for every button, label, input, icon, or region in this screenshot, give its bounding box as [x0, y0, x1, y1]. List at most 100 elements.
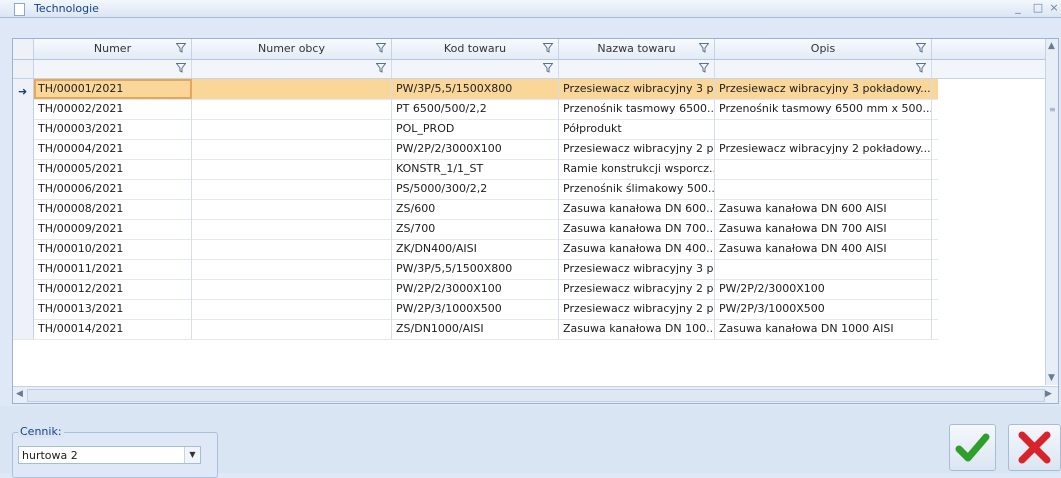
row-selector[interactable]: [13, 219, 34, 239]
cell-kod-towaru[interactable]: KONSTR_1/1_ST: [392, 159, 559, 179]
cell-opis[interactable]: Zasuwa kanałowa DN 400 AISI: [715, 239, 932, 259]
filter-icon[interactable]: [543, 43, 553, 53]
cell-numer-obcy[interactable]: [192, 79, 392, 99]
filter-cell-numer[interactable]: [34, 60, 192, 78]
scroll-up-icon[interactable]: ▲: [1048, 41, 1055, 51]
column-header-numer[interactable]: Numer: [34, 39, 192, 59]
table-row[interactable]: TH/00011/2021 PW/3P/5,5/1500X800 Przesiewa…: [13, 259, 938, 280]
cell-numer[interactable]: TH/00010/2021: [34, 239, 192, 259]
table-row[interactable]: TH/00010/2021 ZK/DN400/AISI Zasuwa kanałow…: [13, 239, 938, 260]
cell-opis[interactable]: [715, 159, 932, 179]
row-selector[interactable]: [13, 279, 34, 299]
row-selector[interactable]: [13, 139, 34, 159]
vertical-scrollbar[interactable]: ▲ ≡ ▼: [1045, 39, 1058, 385]
technologie-grid[interactable]: Numer Numer obcy Kod towaru Nazwa towaru…: [12, 38, 1059, 404]
cell-kod-towaru[interactable]: POL_PROD: [392, 119, 559, 139]
cell-numer-obcy[interactable]: [192, 199, 392, 219]
horizontal-scroll-thumb[interactable]: [27, 389, 1045, 402]
cell-numer-obcy[interactable]: [192, 219, 392, 239]
cell-numer-obcy[interactable]: [192, 139, 392, 159]
filter-icon[interactable]: [376, 43, 386, 53]
column-header-numer-obcy[interactable]: Numer obcy: [192, 39, 392, 59]
filter-icon[interactable]: [699, 63, 709, 73]
cell-opis[interactable]: PW/2P/2/3000X100: [715, 279, 932, 299]
column-header-kod-towaru[interactable]: Kod towaru: [392, 39, 559, 59]
cell-numer[interactable]: TH/00008/2021: [34, 199, 192, 219]
cell-numer[interactable]: TH/00001/2021: [34, 79, 192, 99]
table-row[interactable]: ➜ TH/00001/2021 PW/3P/5,5/1500X800 Przesiew…: [13, 79, 938, 100]
cell-numer[interactable]: TH/00004/2021: [34, 139, 192, 159]
cell-kod-towaru[interactable]: ZS/600: [392, 199, 559, 219]
cell-nazwa-towaru[interactable]: Przesiewacz wibracyjny 2 p...: [559, 279, 715, 299]
row-selector[interactable]: [13, 99, 34, 119]
cell-kod-towaru[interactable]: PW/3P/5,5/1500X800: [392, 259, 559, 279]
cell-nazwa-towaru[interactable]: Zasuwa kanałowa DN 100...: [559, 319, 715, 339]
table-row[interactable]: TH/00012/2021 PW/2P/2/3000X100 Przesiewacz…: [13, 279, 938, 300]
cell-kod-towaru[interactable]: PW/2P/2/3000X100: [392, 139, 559, 159]
chevron-down-icon[interactable]: ▼: [184, 447, 200, 463]
cell-kod-towaru[interactable]: PW/3P/5,5/1500X800: [392, 79, 559, 99]
cell-nazwa-towaru[interactable]: Zasuwa kanałowa DN 700...: [559, 219, 715, 239]
cell-kod-towaru[interactable]: ZS/DN1000/AISI: [392, 319, 559, 339]
filter-icon[interactable]: [543, 63, 553, 73]
cell-nazwa-towaru[interactable]: Zasuwa kanałowa DN 600...: [559, 199, 715, 219]
cell-nazwa-towaru[interactable]: Zasuwa kanałowa DN 400...: [559, 239, 715, 259]
cell-numer-obcy[interactable]: [192, 279, 392, 299]
row-selector[interactable]: [13, 259, 34, 279]
cell-nazwa-towaru[interactable]: Przesiewacz wibracyjny 2 p...: [559, 139, 715, 159]
table-row[interactable]: TH/00009/2021 ZS/700 Zasuwa kanałowa DN 70…: [13, 219, 938, 240]
scroll-grip-icon[interactable]: ≡: [1049, 105, 1056, 114]
cell-numer-obcy[interactable]: [192, 99, 392, 119]
cell-opis[interactable]: Zasuwa kanałowa DN 700 AISI: [715, 219, 932, 239]
cell-opis[interactable]: Przesiewacz wibracyjny 2 pokładowy...: [715, 139, 932, 159]
cell-numer[interactable]: TH/00002/2021: [34, 99, 192, 119]
ok-button[interactable]: [949, 424, 996, 471]
maximize-button[interactable]: □: [1030, 0, 1046, 16]
cell-kod-towaru[interactable]: PW/2P/2/3000X100: [392, 279, 559, 299]
cell-numer[interactable]: TH/00003/2021: [34, 119, 192, 139]
table-row[interactable]: TH/00008/2021 ZS/600 Zasuwa kanałowa DN 60…: [13, 199, 938, 220]
table-row[interactable]: TH/00004/2021 PW/2P/2/3000X100 Przesiewacz…: [13, 139, 938, 160]
minimize-button[interactable]: _: [1010, 0, 1026, 16]
cell-kod-towaru[interactable]: PS/5000/300/2,2: [392, 179, 559, 199]
scroll-right-icon[interactable]: ▶: [1045, 389, 1052, 399]
cell-opis[interactable]: PW/2P/3/1000X500: [715, 299, 932, 319]
cell-nazwa-towaru[interactable]: Przesiewacz wibracyjny 3 p...: [559, 79, 715, 99]
filter-cell-opis[interactable]: [715, 60, 932, 78]
filter-icon[interactable]: [916, 43, 926, 53]
table-row[interactable]: TH/00006/2021 PS/5000/300/2,2 Przenośnik ś…: [13, 179, 938, 200]
filter-icon[interactable]: [916, 63, 926, 73]
table-row[interactable]: TH/00014/2021 ZS/DN1000/AISI Zasuwa kanało…: [13, 319, 938, 340]
column-header-nazwa-towaru[interactable]: Nazwa towaru: [559, 39, 715, 59]
cell-nazwa-towaru[interactable]: Przesiewacz wibracyjny 3 p...: [559, 259, 715, 279]
cell-opis[interactable]: Zasuwa kanałowa DN 600 AISI: [715, 199, 932, 219]
filter-icon[interactable]: [699, 43, 709, 53]
cell-numer[interactable]: TH/00014/2021: [34, 319, 192, 339]
cell-numer[interactable]: TH/00005/2021: [34, 159, 192, 179]
row-selector[interactable]: [13, 119, 34, 139]
cell-nazwa-towaru[interactable]: Przesiewacz wibracyjny 2 p...: [559, 299, 715, 319]
cell-opis[interactable]: [715, 179, 932, 199]
row-selector[interactable]: ➜: [13, 79, 34, 99]
cell-numer-obcy[interactable]: [192, 319, 392, 339]
horizontal-scrollbar[interactable]: ◀ ▶: [13, 386, 1058, 403]
cell-kod-towaru[interactable]: PW/2P/3/1000X500: [392, 299, 559, 319]
cell-numer-obcy[interactable]: [192, 299, 392, 319]
cell-opis[interactable]: Zasuwa kanałowa DN 1000 AISI: [715, 319, 932, 339]
cell-numer[interactable]: TH/00011/2021: [34, 259, 192, 279]
cennik-select[interactable]: hurtowa 2 ▼: [18, 446, 201, 464]
filter-cell-kod-towaru[interactable]: [392, 60, 559, 78]
cell-nazwa-towaru[interactable]: Ramie konstrukcji wsporcz...: [559, 159, 715, 179]
cell-numer-obcy[interactable]: [192, 119, 392, 139]
filter-icon[interactable]: [376, 63, 386, 73]
row-selector[interactable]: [13, 239, 34, 259]
filter-cell-nazwa-towaru[interactable]: [559, 60, 715, 78]
table-row[interactable]: TH/00013/2021 PW/2P/3/1000X500 Przesiewacz…: [13, 299, 938, 320]
table-row[interactable]: TH/00003/2021 POL_PROD Półprodukt: [13, 119, 938, 140]
scroll-left-icon[interactable]: ◀: [16, 389, 23, 399]
row-selector[interactable]: [13, 179, 34, 199]
cell-nazwa-towaru[interactable]: Przenośnik ślimakowy 500...: [559, 179, 715, 199]
table-row[interactable]: TH/00005/2021 KONSTR_1/1_ST Ramie konstruk…: [13, 159, 938, 180]
cell-nazwa-towaru[interactable]: Półprodukt: [559, 119, 715, 139]
cancel-button[interactable]: [1008, 424, 1061, 471]
